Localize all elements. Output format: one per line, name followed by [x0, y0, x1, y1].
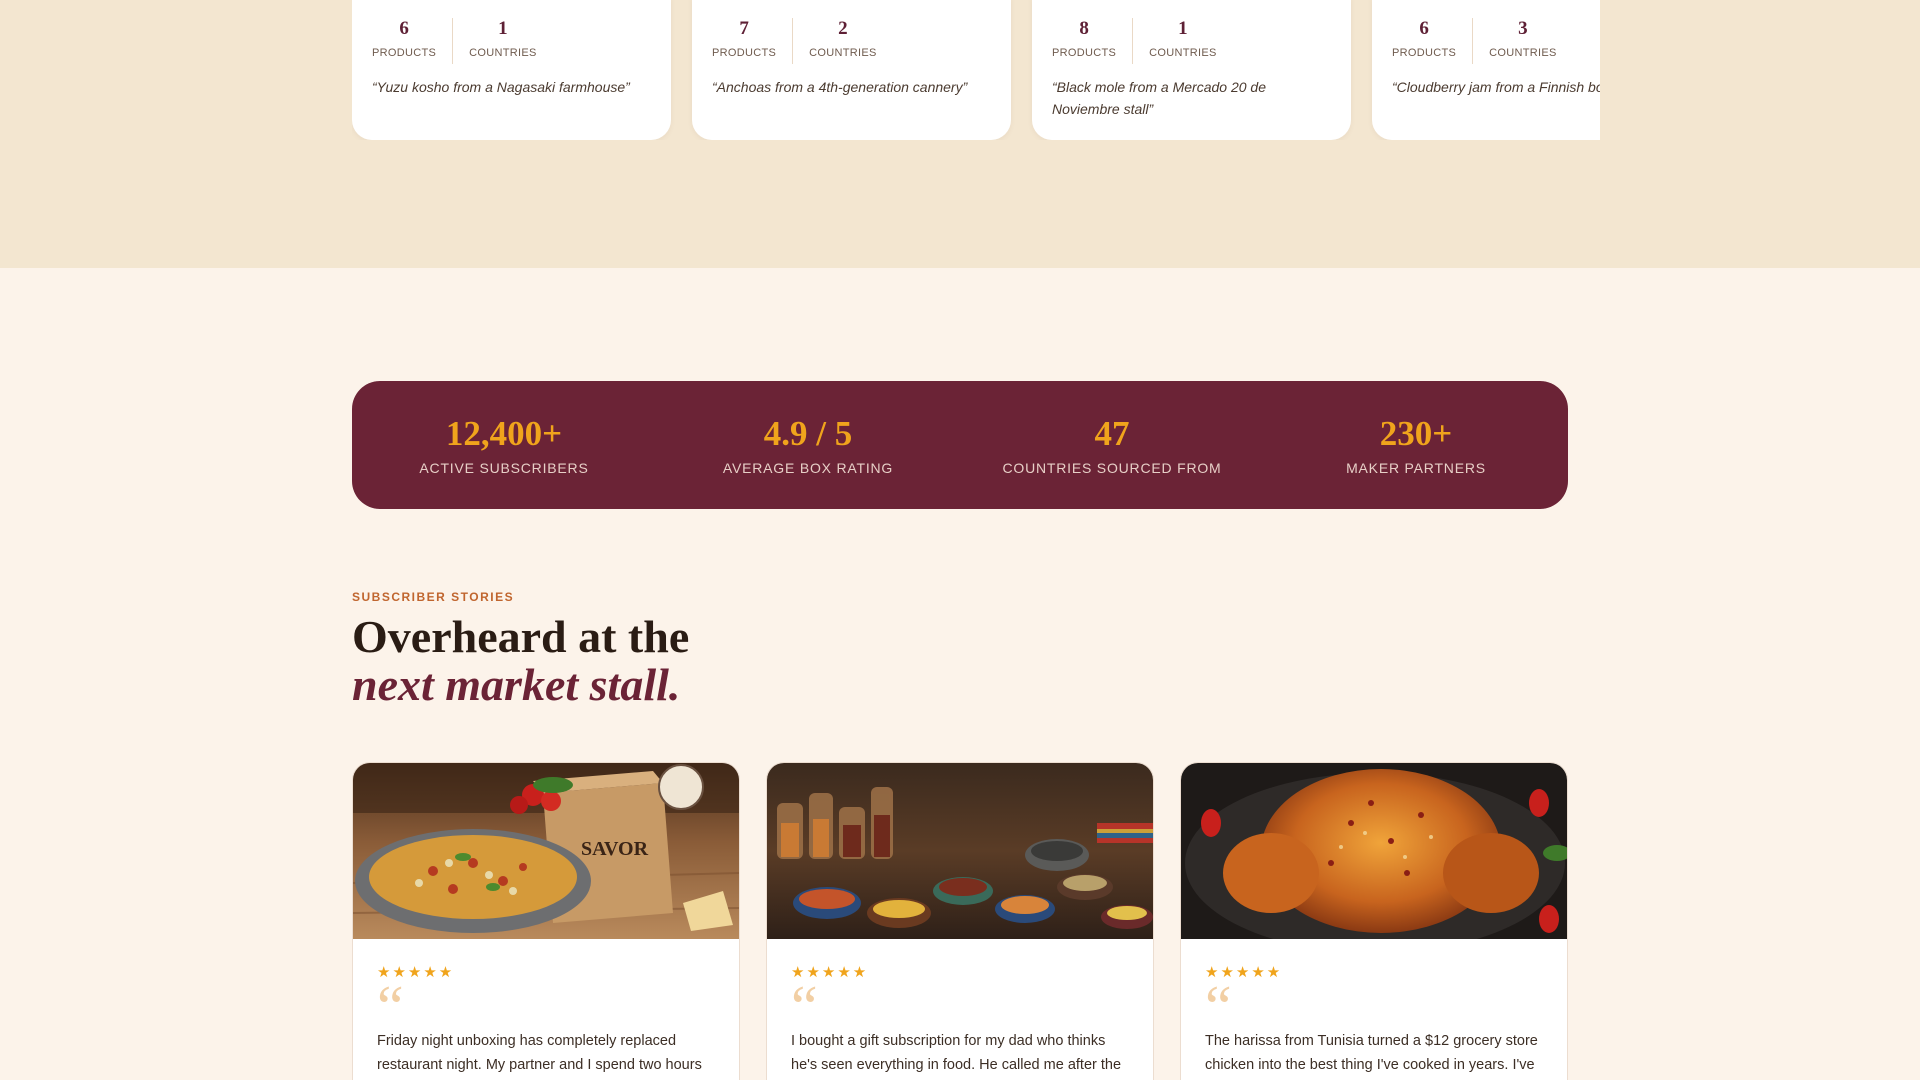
region-quote: “Cloudberry jam from a Finnish bo — [1392, 79, 1600, 95]
countries-count: 2 — [838, 18, 848, 39]
stat-label: AVERAGE BOX RATING — [722, 460, 894, 476]
region-card-4[interactable]: 6 PRODUCTS 3 COUNTRIES “Cloudberry jam f… — [1372, 0, 1600, 140]
story-card-3[interactable]: ★★★★★ “ The harissa from Tunisia turned … — [1180, 762, 1568, 1080]
stat-label: MAKER PARTNERS — [1346, 460, 1486, 476]
region-stats: 6 PRODUCTS 3 COUNTRIES — [1392, 18, 1557, 64]
products-stat: 7 PRODUCTS — [712, 18, 794, 64]
products-label: PRODUCTS — [712, 47, 777, 59]
products-label: PRODUCTS — [1052, 47, 1117, 59]
products-label: PRODUCTS — [1392, 47, 1457, 59]
stat-value: 230+ — [1379, 414, 1453, 453]
pasta-box-photo: SAVOR — [353, 763, 739, 939]
story-card-2[interactable]: ★★★★★ “ I bought a gift subscription for… — [766, 762, 1154, 1080]
quote-mark-icon: “ — [377, 974, 404, 1040]
products-stat: 8 PRODUCTS — [1052, 18, 1134, 64]
stat-label: COUNTRIES SOURCED FROM — [1002, 460, 1222, 476]
countries-count: 3 — [1518, 18, 1528, 39]
countries-stat: 3 COUNTRIES — [1473, 18, 1556, 64]
story-text: I bought a gift subscription for my dad … — [791, 1033, 1122, 1073]
countries-label: COUNTRIES — [809, 47, 877, 59]
quote-mark-icon: “ — [1205, 974, 1232, 1040]
countries-stat: 2 COUNTRIES — [793, 18, 876, 64]
stat-value: 47 — [1094, 414, 1130, 453]
countries-label: COUNTRIES — [1489, 47, 1557, 59]
products-count: 6 — [1419, 18, 1429, 39]
countries-label: COUNTRIES — [469, 47, 537, 59]
roast-chicken-photo — [1181, 763, 1567, 939]
region-stats: 6 PRODUCTS 1 COUNTRIES — [372, 18, 537, 64]
products-label: PRODUCTS — [372, 47, 437, 59]
box-brand-text: SAVOR — [581, 838, 649, 860]
region-stats: 8 PRODUCTS 1 COUNTRIES — [1052, 18, 1217, 64]
stat-value: 4.9 / 5 — [763, 414, 853, 453]
region-card-3[interactable]: 8 PRODUCTS 1 COUNTRIES “Black mole from … — [1032, 0, 1351, 140]
region-quote: “Yuzu kosho from a Nagasaki farmhouse” — [372, 79, 630, 95]
products-stat: 6 PRODUCTS — [1392, 18, 1474, 64]
countries-count: 1 — [498, 18, 508, 39]
region-card-1[interactable]: 6 PRODUCTS 1 COUNTRIES “Yuzu kosho from … — [352, 0, 671, 140]
region-cards: 6 PRODUCTS 1 COUNTRIES “Yuzu kosho from … — [352, 0, 1600, 140]
countries-stat: 1 COUNTRIES — [453, 18, 536, 64]
region-stats: 7 PRODUCTS 2 COUNTRIES — [712, 18, 877, 64]
stats-banner: 12,400+ ACTIVE SUBSCRIBERS 4.9 / 5 AVERA… — [352, 381, 1568, 509]
products-count: 6 — [399, 18, 409, 39]
stat-value: 12,400+ — [445, 414, 563, 453]
story-text: The harissa from Tunisia turned a $12 gr… — [1205, 1033, 1538, 1073]
countries-label: COUNTRIES — [1149, 47, 1217, 59]
stat-countries: 47 COUNTRIES SOURCED FROM — [960, 381, 1264, 509]
section-title-line2: next market stall. — [352, 659, 681, 710]
products-stat: 6 PRODUCTS — [372, 18, 454, 64]
story-text: Friday night unboxing has completely rep… — [377, 1033, 702, 1073]
region-card-2[interactable]: 7 PRODUCTS 2 COUNTRIES “Anchoas from a 4… — [692, 0, 1011, 140]
region-quote: “Anchoas from a 4th-generation cannery” — [712, 79, 968, 95]
section-title-line1: Overheard at the — [352, 611, 690, 662]
story-card-1[interactable]: SAVOR ★★★★★ “ Friday night unboxing has … — [352, 762, 740, 1080]
section-eyebrow: SUBSCRIBER STORIES — [352, 590, 515, 604]
regions-band: 6 PRODUCTS 1 COUNTRIES “Yuzu kosho from … — [0, 0, 1920, 268]
section-title: Overheard at the next market stall. — [352, 613, 689, 709]
countries-stat: 1 COUNTRIES — [1133, 18, 1216, 64]
products-count: 7 — [739, 18, 749, 39]
quote-mark-icon: “ — [791, 974, 818, 1040]
stat-makers: 230+ MAKER PARTNERS — [1264, 381, 1568, 509]
region-quote: “Black mole from a Mercado 20 de Noviemb… — [1052, 79, 1266, 117]
countries-count: 1 — [1178, 18, 1188, 39]
products-count: 8 — [1079, 18, 1089, 39]
spice-market-photo — [767, 763, 1153, 939]
stat-rating: 4.9 / 5 AVERAGE BOX RATING — [656, 381, 960, 509]
stat-subscribers: 12,400+ ACTIVE SUBSCRIBERS — [352, 381, 656, 509]
stat-label: ACTIVE SUBSCRIBERS — [419, 460, 589, 476]
